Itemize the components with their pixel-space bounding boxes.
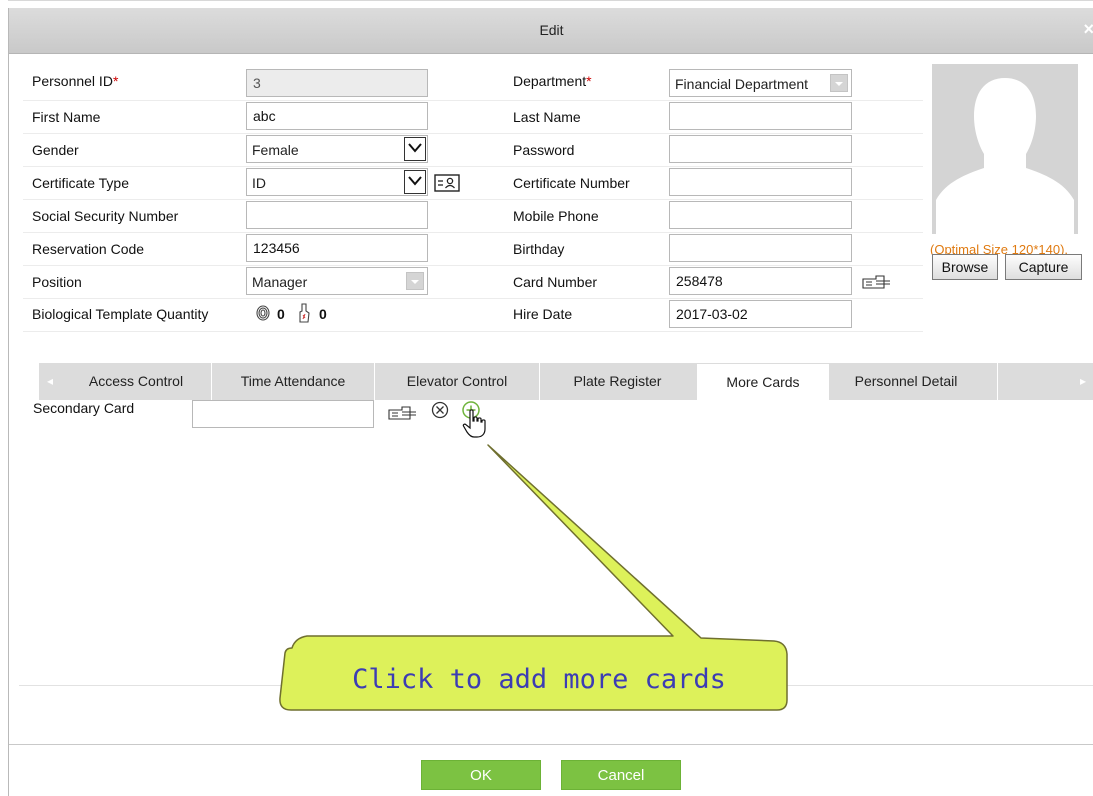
gender-value: Female [252,142,299,158]
position-label: Position [32,274,82,290]
mobile-phone-label: Mobile Phone [513,208,599,224]
password-field[interactable] [669,135,852,163]
tab-elevator-control[interactable]: Elevator Control [375,363,539,400]
row-divider [23,232,923,233]
reservation-code-field[interactable] [246,234,428,262]
row-divider [23,100,923,101]
row-divider [23,199,923,200]
reservation-code-label: Reservation Code [32,241,145,257]
certificate-type-label: Certificate Type [32,175,130,191]
certificate-number-field[interactable] [669,168,852,196]
personnel-id-label: Personnel ID* [32,73,119,89]
fingerprint-icon [256,305,270,321]
tab-bar: ◂ Access Control Time Attendance Elevato… [39,363,1093,400]
gender-select[interactable]: Female [246,135,428,163]
tab-plate-register[interactable]: Plate Register [540,363,695,400]
personnel-photo [932,64,1078,234]
department-combo[interactable]: Financial Department [669,69,852,97]
secondary-card-field[interactable] [192,400,374,428]
cancel-button[interactable]: Cancel [561,760,681,790]
capture-button[interactable]: Capture [1005,254,1082,280]
fingerprint-count: 0 [277,306,285,322]
row-divider [23,265,923,266]
hire-date-field[interactable] [669,300,852,328]
remove-card-icon[interactable] [431,401,449,419]
last-name-label: Last Name [513,109,581,125]
card-number-label: Card Number [513,274,598,290]
tab-scroll-left-icon[interactable]: ◂ [39,363,61,400]
password-label: Password [513,142,575,158]
social-security-field[interactable] [246,201,428,229]
more-cards-panel [19,400,1093,686]
tab-access-control[interactable]: Access Control [61,363,211,400]
dialog-title: Edit [539,22,564,38]
department-value: Financial Department [675,76,809,92]
row-divider [23,133,923,134]
hand-cursor-icon [462,409,486,438]
edit-dialog: Edit × Personnel ID* First Name Gender F… [8,8,1093,796]
row-divider [23,166,923,167]
biological-template-label: Biological Template Quantity [32,306,209,322]
gender-label: Gender [32,142,79,158]
certificate-number-label: Certificate Number [513,175,630,191]
card-reader-icon[interactable] [388,404,418,422]
avatar-placeholder-icon [936,78,1074,234]
first-name-label: First Name [32,109,101,125]
row-divider [23,331,923,332]
tab-scroll-right-icon[interactable]: ▸ [1072,363,1093,400]
last-name-field[interactable] [669,102,852,130]
certificate-type-value: ID [252,175,266,191]
social-security-label: Social Security Number [32,208,179,224]
dialog-title-bar: Edit × [9,8,1093,54]
close-icon[interactable]: × [1083,19,1093,40]
row-divider [23,298,923,299]
card-number-field[interactable] [669,267,852,295]
chevron-down-icon[interactable] [404,137,426,161]
tab-personnel-detail[interactable]: Personnel Detail [831,363,981,400]
secondary-card-label: Secondary Card [33,400,135,416]
card-reader-icon[interactable] [862,273,892,291]
dropdown-arrow-icon[interactable] [830,74,848,92]
callout-text: Click to add more cards [352,664,726,695]
tab-time-attendance[interactable]: Time Attendance [212,363,374,400]
finger-vein-count: 0 [319,306,327,322]
birthday-label: Birthday [513,241,565,257]
hire-date-label: Hire Date [513,306,573,322]
browse-button[interactable]: Browse [932,254,998,280]
footer-divider [9,744,1093,745]
top-border [8,0,1093,1]
id-card-reader-icon[interactable] [434,174,460,192]
birthday-field[interactable] [669,234,852,262]
tab-separator [997,363,998,400]
tab-more-cards[interactable]: More Cards [697,364,829,400]
chevron-down-icon[interactable] [404,170,426,194]
dropdown-arrow-icon[interactable] [406,272,424,290]
department-label: Department* [513,73,592,89]
position-combo[interactable]: Manager [246,267,428,295]
certificate-type-select[interactable]: ID [246,168,428,196]
ok-button[interactable]: OK [421,760,541,790]
position-value: Manager [252,274,308,290]
finger-vein-icon [299,303,310,323]
mobile-phone-field[interactable] [669,201,852,229]
first-name-field[interactable] [246,102,428,130]
personnel-id-field[interactable] [246,69,428,97]
